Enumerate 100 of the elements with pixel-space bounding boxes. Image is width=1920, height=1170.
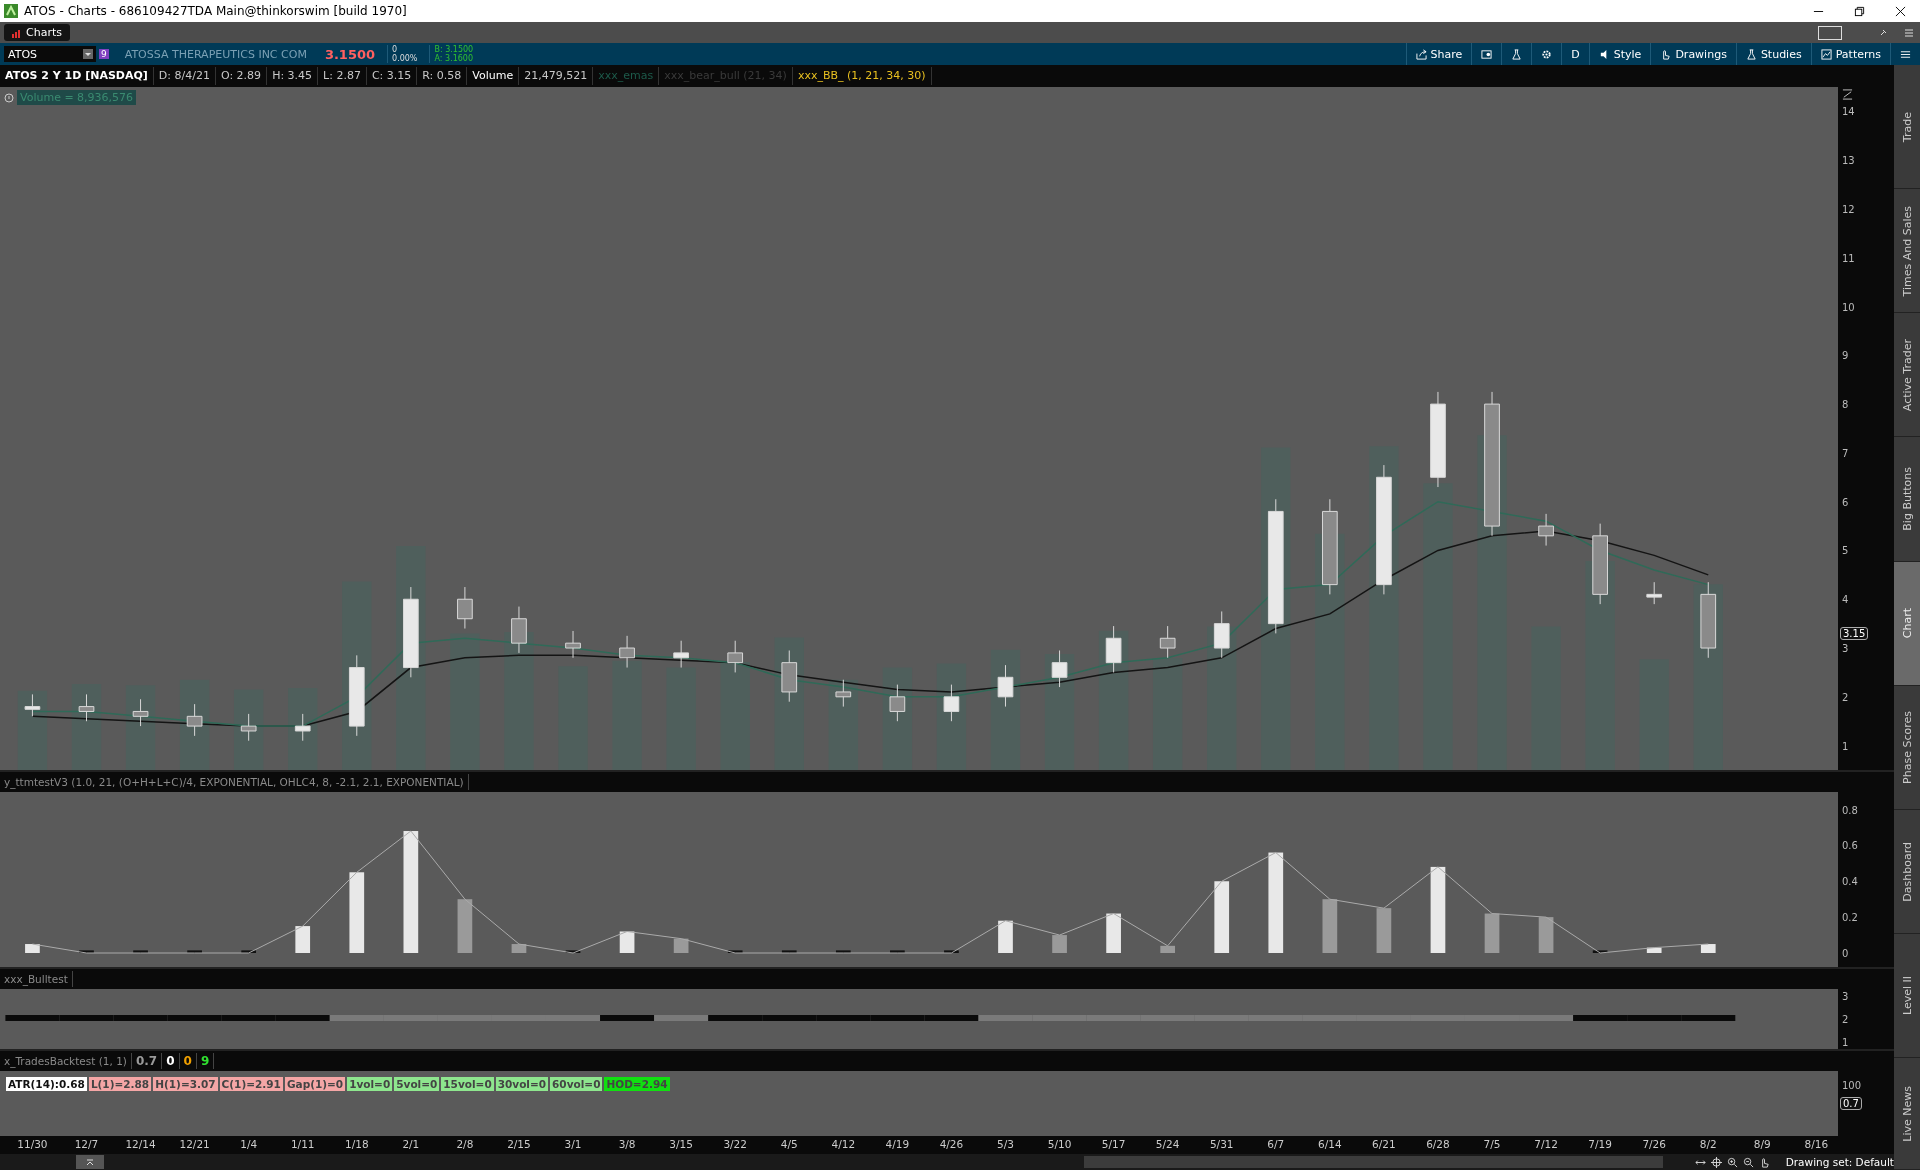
candle — [835, 679, 852, 708]
study-title: x_TradesBacktest (1, 1) — [0, 1053, 132, 1069]
histogram-bar — [565, 950, 581, 953]
menu-icon[interactable] — [1904, 27, 1914, 38]
crosshair-icon[interactable] — [1710, 1156, 1722, 1168]
oscillator-axis-label: 0.2 — [1842, 911, 1858, 923]
bid-price: B: 3.1500 — [434, 45, 474, 54]
histogram-bar — [1538, 917, 1554, 953]
study-label: O: 2.89 — [215, 67, 268, 85]
date-axis-label: 6/14 — [1318, 1138, 1342, 1150]
backtest-label: 5vol=0 — [394, 1077, 440, 1091]
side-tab[interactable]: Phase Scores — [1894, 685, 1920, 810]
side-tab[interactable]: Chart — [1894, 561, 1920, 686]
pin-icon[interactable] — [1878, 27, 1888, 38]
restore-icon[interactable] — [1854, 5, 1865, 17]
study-label: C: 3.15 — [366, 67, 418, 85]
histogram-bar — [944, 950, 959, 953]
histogram-bar — [1484, 913, 1500, 953]
backtest-label: C(1)=2.91 — [219, 1077, 283, 1091]
date-axis-label: 6/7 — [1267, 1138, 1285, 1150]
settings-icon — [1541, 48, 1553, 60]
backtest-label: 15vol=0 — [441, 1077, 494, 1091]
last-price: 3.1500 — [324, 46, 376, 62]
side-tab[interactable]: Times And Sales — [1894, 189, 1920, 314]
side-tab[interactable]: Dashboard — [1894, 809, 1920, 934]
dropdown-icon[interactable] — [83, 49, 93, 59]
date-axis-label: 6/21 — [1372, 1138, 1396, 1150]
date-axis-label: 5/3 — [997, 1138, 1014, 1150]
histogram-bar — [295, 926, 311, 953]
candle — [1646, 581, 1663, 605]
expand-button[interactable] — [76, 1155, 104, 1169]
study-value: 0 — [179, 1053, 197, 1069]
price-axis-label: 11 — [1842, 252, 1855, 264]
oscillator-axis-label: 0.4 — [1842, 875, 1858, 887]
histogram-bar — [619, 931, 635, 953]
histogram-bar — [1160, 945, 1175, 953]
date-axis-label: 7/5 — [1483, 1138, 1501, 1150]
candle — [1538, 513, 1554, 547]
price-axis-label: 12 — [1842, 203, 1855, 215]
histogram-bar — [1646, 947, 1662, 953]
histogram-bar — [1592, 950, 1608, 953]
date-axis-label: 4/12 — [831, 1138, 856, 1150]
candle — [565, 630, 581, 659]
hand-icon — [1660, 48, 1672, 60]
date-axis-label: 2/1 — [402, 1138, 420, 1150]
charts-tab[interactable]: Charts — [4, 24, 70, 41]
price-axis-label: 10 — [1842, 301, 1855, 313]
candle — [78, 693, 95, 722]
candle — [997, 664, 1014, 708]
info-icon[interactable] — [4, 92, 14, 103]
candle — [889, 684, 906, 722]
price-axis-label: 5 — [1842, 544, 1849, 556]
date-axis-label: 1/18 — [345, 1138, 369, 1150]
date-axis-label: 3/15 — [669, 1138, 693, 1150]
pattern-icon — [1820, 48, 1832, 60]
histogram-bar — [890, 950, 905, 953]
histogram-bar — [511, 944, 527, 953]
date-axis-label: 8/9 — [1753, 1138, 1771, 1150]
oscillator-axis-label: 0.6 — [1842, 839, 1858, 851]
close-icon[interactable] — [1895, 5, 1906, 17]
side-tab[interactable]: Level II — [1894, 934, 1920, 1059]
last-price-tag: 3.15 — [1840, 627, 1869, 641]
study-label: 21,479,521 — [519, 67, 594, 85]
study-value: 9 — [196, 1053, 215, 1069]
histogram-bar — [1052, 935, 1067, 953]
symbol-field[interactable]: ATOS — [4, 46, 96, 62]
side-tab[interactable]: Trade — [1894, 65, 1920, 190]
scrollbar-thumb[interactable] — [1083, 1156, 1663, 1168]
candle — [673, 640, 689, 669]
flask-icon — [1511, 48, 1523, 60]
date-axis-label: 4/5 — [780, 1138, 798, 1150]
date-axis-label: 7/12 — [1534, 1138, 1558, 1150]
histogram-bar — [187, 950, 202, 953]
bulltest-axis-label: 3 — [1842, 990, 1849, 1002]
price-axis-label: 8 — [1842, 398, 1849, 410]
autoscale-icon[interactable] — [1842, 89, 1853, 100]
side-tab[interactable]: Active Trader — [1894, 313, 1920, 438]
price-axis-label: 2 — [1842, 691, 1849, 703]
histogram-bar — [25, 944, 40, 953]
link-badge[interactable]: 9 — [99, 49, 109, 59]
histogram-bar — [241, 950, 256, 953]
date-axis-label: 3/1 — [564, 1138, 582, 1150]
backtest-label: 60vol=0 — [550, 1077, 603, 1091]
candle — [619, 635, 635, 669]
histogram-bar — [457, 899, 473, 953]
backtest-label: L(1)=2.88 — [88, 1077, 152, 1091]
side-tab[interactable]: Live News — [1894, 1058, 1920, 1170]
candle — [186, 703, 203, 737]
candle — [1213, 610, 1230, 659]
study-label: xxx_emas — [593, 67, 660, 85]
layout-box[interactable] — [1818, 25, 1842, 40]
candle — [457, 586, 473, 629]
date-axis-label: 2/15 — [507, 1138, 531, 1150]
side-tab[interactable]: Big Buttons — [1894, 437, 1920, 562]
price-axis-label: 4 — [1842, 593, 1849, 605]
zoom-in-icon[interactable] — [1726, 1156, 1738, 1168]
price-axis-label: 3 — [1842, 642, 1849, 654]
date-axis-label: 5/10 — [1047, 1138, 1072, 1150]
zoom-out-icon[interactable] — [1742, 1156, 1754, 1168]
collapse-icon — [84, 1157, 95, 1167]
